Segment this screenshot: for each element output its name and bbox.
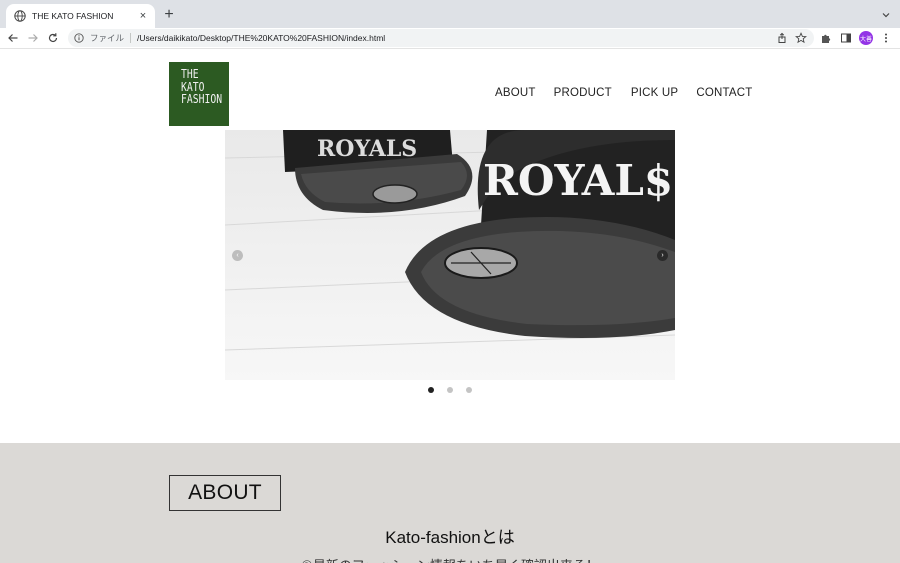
side-panel-icon[interactable] [839,31,853,45]
carousel-dots [428,387,472,393]
tab-strip: THE KATO FASHION × + [0,0,900,28]
carousel-prev-button[interactable]: ‹ [232,250,243,261]
reload-icon[interactable] [46,31,60,45]
info-icon[interactable] [74,33,84,43]
browser-tab[interactable]: THE KATO FASHION × [6,4,155,28]
tab-title: THE KATO FASHION [32,11,114,21]
hero-slider[interactable]: ROYALS ROYAL$ [225,130,675,380]
close-icon[interactable]: × [137,10,149,22]
browser-toolbar: ファイル /Users/daikikato/Desktop/THE%20KATO… [0,28,900,49]
carousel-dot[interactable] [428,387,434,393]
globe-icon [14,10,26,22]
share-icon[interactable] [775,31,789,45]
address-bar[interactable]: ファイル /Users/daikikato/Desktop/THE%20KATO… [68,29,814,47]
chevron-down-icon[interactable] [880,8,892,20]
front-cap-lettering: ROYAL$ [483,156,673,205]
kebab-menu-icon[interactable] [879,31,893,45]
about-point-1: ①最新のファッション情報をいち早く確認出来る！ [0,555,900,563]
nav-product[interactable]: PRODUCT [554,87,612,99]
nav-about[interactable]: ABOUT [495,87,536,99]
back-arrow-icon[interactable] [6,31,20,45]
divider [130,33,132,43]
hero-image: ROYALS ROYAL$ [225,130,675,380]
logo-line: FASHION [181,91,223,106]
carousel-next-button[interactable]: › [657,250,668,261]
star-icon[interactable] [794,31,808,45]
page-viewport: THE KATO FASHION ABOUT PRODUCT PICK UP C… [0,50,900,563]
profile-avatar[interactable]: 大善 [859,31,873,45]
main-nav: ABOUT PRODUCT PICK UP CONTACT [495,87,752,99]
nav-pick-up[interactable]: PICK UP [631,87,678,99]
carousel-dot[interactable] [447,387,453,393]
about-section: ABOUT Kato-fashionとは ①最新のファッション情報をいち早く確認… [0,443,900,563]
nav-contact[interactable]: CONTACT [696,87,752,99]
carousel-dot[interactable] [466,387,472,393]
forward-arrow-icon[interactable] [26,31,40,45]
about-heading: Kato-fashionとは [385,528,515,547]
back-cap-lettering: ROYALS [317,136,417,162]
extensions-icon[interactable] [819,31,833,45]
url-text[interactable]: /Users/daikikato/Desktop/THE%20KATO%20FA… [137,33,385,43]
about-title-box: ABOUT [169,475,281,511]
site-logo[interactable]: THE KATO FASHION [169,62,229,126]
new-tab-button[interactable]: + [160,6,178,24]
scheme-label: ファイル [90,33,125,43]
